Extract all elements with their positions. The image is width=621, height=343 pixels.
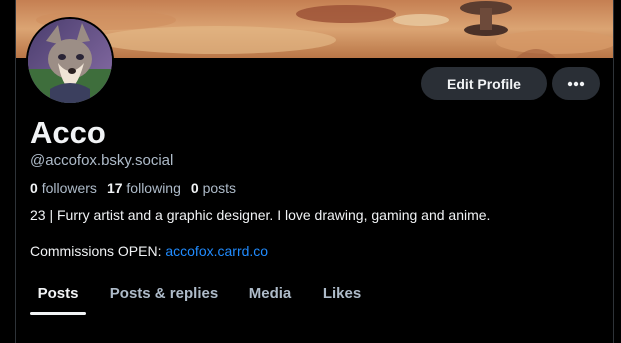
avatar[interactable] xyxy=(26,17,114,105)
following-label: following xyxy=(126,180,181,196)
commissions-link[interactable]: accofox.carrd.co xyxy=(165,243,268,259)
tab-media[interactable]: Media xyxy=(240,270,300,316)
tab-likes[interactable]: Likes xyxy=(320,270,364,316)
followers-count: 0 xyxy=(30,180,38,196)
profile-bio: 23 | Furry artist and a graphic designer… xyxy=(30,207,491,223)
profile-handle: @accofox.bsky.social xyxy=(30,152,174,169)
posts-stat: 0 posts xyxy=(191,180,236,196)
posts-label: posts xyxy=(202,180,237,196)
edit-profile-button[interactable]: Edit Profile xyxy=(421,67,547,100)
profile-tabs: Posts Posts & replies Media Likes xyxy=(16,270,613,316)
avatar-image xyxy=(28,19,112,103)
commissions-text: Commissions OPEN: xyxy=(30,243,166,259)
more-options-button[interactable] xyxy=(552,67,600,100)
followers-stat[interactable]: 0 followers xyxy=(30,180,97,196)
profile-page: Edit Profile Acco @accofox.bsky.social 0… xyxy=(0,0,621,343)
posts-count: 0 xyxy=(190,180,199,196)
tab-posts-and-replies[interactable]: Posts & replies xyxy=(104,270,224,316)
right-divider xyxy=(613,0,614,343)
tab-posts[interactable]: Posts xyxy=(30,270,86,316)
ellipsis-icon xyxy=(567,81,585,86)
followers-label: followers xyxy=(41,180,97,196)
edit-profile-label: Edit Profile xyxy=(447,75,521,92)
following-count: 17 xyxy=(106,180,123,196)
profile-stats: 0 followers 17 following 0 posts xyxy=(30,180,236,197)
display-name: Acco xyxy=(30,115,106,150)
profile-bio-commissions: Commissions OPEN: accofox.carrd.co xyxy=(30,243,268,260)
following-stat[interactable]: 17 following xyxy=(107,180,181,196)
active-tab-indicator xyxy=(30,312,86,315)
